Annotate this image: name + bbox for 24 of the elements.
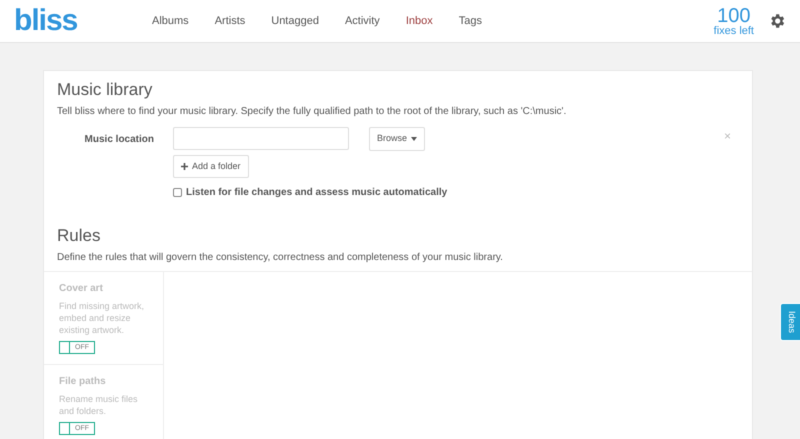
nav-link[interactable]: Untagged (258, 12, 332, 30)
checkbox-label[interactable]: Listen for file changes and assess music automatically (186, 185, 448, 200)
section-title: Rules (57, 226, 102, 247)
caret-icon (411, 137, 418, 142)
section-title: Music library (57, 80, 154, 100)
rule-title: Cover art (59, 282, 104, 296)
rule-title: File paths (59, 374, 107, 389)
section-description: Define the rules that will govern the consistency, correctness and completeness of your music library. (57, 250, 504, 265)
checkbox[interactable] (173, 188, 182, 198)
rule-description: Find missing artwork, embed and resize existing artwork. (59, 300, 146, 336)
section-description: Tell bliss where to find your music library. Specify the fully qualified path to the root of the library, such as 'C:\music'. (57, 105, 568, 120)
rule-description: Rename music files and folders. (59, 392, 139, 417)
music-location-field[interactable] (173, 127, 349, 150)
fixes-count: 100 (717, 6, 750, 26)
field-label: Music location (84, 133, 155, 148)
nav-link[interactable]: Tags (446, 12, 495, 30)
nav-link[interactable]: Artists (202, 12, 258, 30)
add-folder-button[interactable]: Add a folder (173, 154, 249, 178)
browse-button[interactable]: Browse (369, 127, 426, 151)
plus-icon (181, 163, 188, 170)
nav-link[interactable]: Activity (332, 12, 393, 30)
fixes-label: fixes left (714, 26, 754, 36)
nav-link[interactable]: Albums (139, 12, 202, 30)
nav-link[interactable]: Inbox (392, 12, 446, 30)
